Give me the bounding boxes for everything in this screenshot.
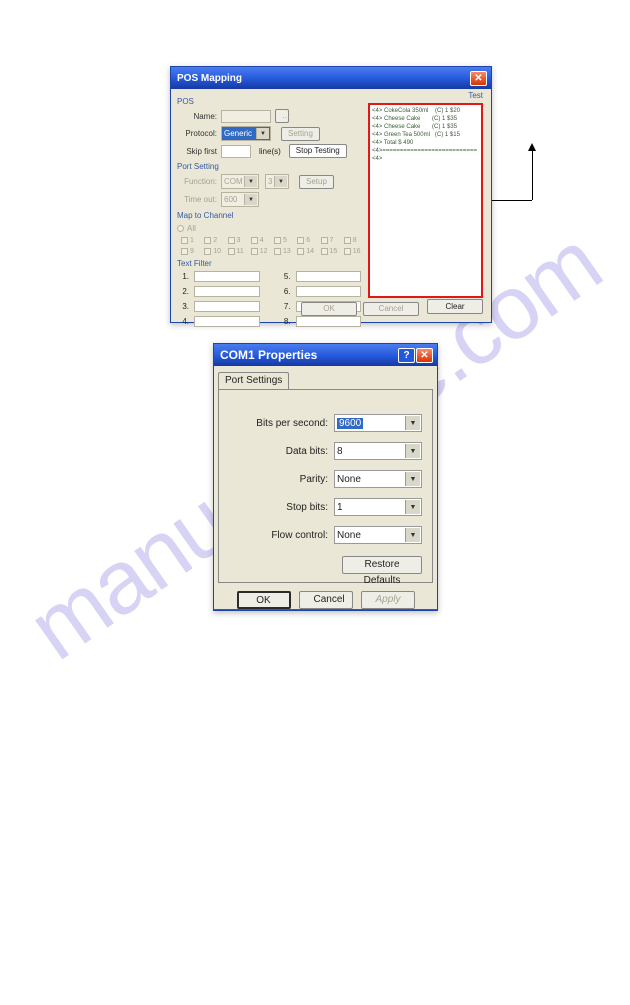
channel-checkbox[interactable]: 14 [297, 248, 314, 255]
channel-checkbox[interactable]: 9 [181, 248, 198, 255]
titlebar-com-properties[interactable]: COM1 Properties ? ✕ [214, 344, 437, 366]
group-port: Port Setting [177, 162, 363, 171]
select-stop-bits[interactable]: 1 [334, 498, 422, 516]
filter-input-2[interactable] [194, 286, 260, 297]
cancel-button[interactable]: Cancel [363, 302, 419, 316]
input-pos-name[interactable] [221, 110, 271, 123]
help-icon[interactable]: ? [398, 348, 415, 363]
select-function[interactable]: COM [221, 174, 259, 189]
radio-row-channel-mode: All [177, 224, 361, 233]
filter-num: 1. [177, 272, 189, 281]
label-flow-control: Flow control: [271, 530, 328, 541]
test-output-panel: <4> CokeCola 350ml (C) 1 $20 <4> Cheese … [368, 103, 483, 298]
filter-input-5[interactable] [296, 271, 362, 282]
group-map-channel: Map to Channel [177, 211, 363, 220]
callout-arrow [492, 200, 532, 201]
label-function: Function: [175, 177, 217, 186]
select-timeout[interactable]: 600 [221, 192, 259, 207]
lookup-button[interactable]: … [275, 109, 289, 123]
channel-checkbox[interactable]: 5 [274, 237, 291, 244]
select-flow-control[interactable]: None [334, 526, 422, 544]
clear-button[interactable]: Clear [427, 299, 483, 314]
label-protocol: Protocol: [175, 129, 217, 138]
channel-checkbox[interactable]: 13 [274, 248, 291, 255]
callout-arrow-head-icon [528, 143, 536, 151]
test-line: <4> Green Tea 500ml (C) 1 $15 [372, 131, 479, 139]
test-line: <4> Cheese Cake (C) 1 $35 [372, 123, 479, 131]
channel-checkbox[interactable]: 10 [204, 248, 221, 255]
tab-panel-port-settings: Bits per second: 9600 Data bits: 8 Parit… [218, 389, 433, 583]
channel-grid: 1 2 3 4 5 6 7 8 9 10 11 12 13 14 15 16 [181, 237, 361, 255]
setting-button[interactable]: Setting [281, 127, 320, 141]
callout-arrow [532, 150, 533, 200]
filter-input-8[interactable] [296, 316, 362, 327]
ok-button[interactable]: OK [237, 591, 291, 609]
channel-checkbox[interactable]: 4 [251, 237, 268, 244]
stop-testing-button[interactable]: Stop Testing [289, 144, 347, 158]
channel-checkbox[interactable]: 8 [344, 237, 361, 244]
label-data-bits: Data bits: [286, 446, 328, 457]
close-icon[interactable]: ✕ [416, 348, 433, 363]
select-protocol[interactable]: Generic [221, 126, 271, 141]
channel-checkbox[interactable]: 15 [321, 248, 338, 255]
cancel-button[interactable]: Cancel [299, 591, 353, 609]
label-bits-per-second: Bits per second: [256, 418, 328, 429]
filter-num: 2. [177, 287, 189, 296]
label-skip: Skip first [175, 147, 217, 156]
setup-button[interactable]: Setup [299, 175, 334, 189]
label-timeout: Time out: [175, 195, 217, 204]
channel-checkbox[interactable]: 7 [321, 237, 338, 244]
window-title: POS Mapping [177, 73, 242, 84]
restore-defaults-button[interactable]: Restore Defaults [342, 556, 422, 574]
filter-num: 4. [177, 317, 189, 326]
filter-num: 7. [279, 302, 291, 311]
window-title: COM1 Properties [220, 348, 317, 362]
titlebar-pos-mapping[interactable]: POS Mapping ✕ [171, 67, 491, 89]
radio-all[interactable]: All [177, 224, 196, 233]
filter-num: 5. [279, 272, 291, 281]
channel-checkbox[interactable]: 3 [228, 237, 245, 244]
close-icon[interactable]: ✕ [470, 71, 487, 86]
channel-checkbox[interactable]: 16 [344, 248, 361, 255]
group-text-filter: Text Filter [177, 259, 363, 268]
select-port-number[interactable]: 3 [265, 174, 289, 189]
label-parity: Parity: [300, 474, 328, 485]
select-parity[interactable]: None [334, 470, 422, 488]
select-data-bits[interactable]: 8 [334, 442, 422, 460]
filter-num: 3. [177, 302, 189, 311]
window-pos-mapping: POS Mapping ✕ Test <4> CokeCola 350ml (C… [170, 66, 492, 323]
tab-port-settings[interactable]: Port Settings [218, 372, 289, 389]
group-pos: POS [177, 97, 363, 106]
channel-checkbox[interactable]: 1 [181, 237, 198, 244]
filter-num: 8. [279, 317, 291, 326]
test-line: <4> Total $ 490 [372, 139, 479, 147]
test-line: <4> CokeCola 350ml (C) 1 $20 [372, 107, 479, 115]
text-filter-grid: 1. 5. 2. 6. 3. 7. 4. 8. [177, 271, 361, 327]
label-stop-bits: Stop bits: [286, 502, 328, 513]
filter-input-6[interactable] [296, 286, 362, 297]
filter-input-1[interactable] [194, 271, 260, 282]
filter-input-3[interactable] [194, 301, 260, 312]
select-bits-per-second[interactable]: 9600 [334, 414, 422, 432]
channel-checkbox[interactable]: 2 [204, 237, 221, 244]
ok-button[interactable]: OK [301, 302, 357, 316]
window-com-properties: COM1 Properties ? ✕ Port Settings Bits p… [213, 343, 438, 611]
input-skip[interactable] [221, 145, 251, 158]
channel-checkbox[interactable]: 11 [228, 248, 245, 255]
label-name: Name: [175, 112, 217, 121]
test-line: <4>=========================== [372, 147, 479, 155]
label-lines: line(s) [259, 147, 281, 156]
filter-num: 6. [279, 287, 291, 296]
test-line: <4> [372, 155, 479, 163]
group-test-label: Test [468, 91, 483, 100]
channel-checkbox[interactable]: 6 [297, 237, 314, 244]
apply-button[interactable]: Apply [361, 591, 415, 609]
tab-strip: Port Settings [214, 370, 437, 389]
channel-checkbox[interactable]: 12 [251, 248, 268, 255]
filter-input-4[interactable] [194, 316, 260, 327]
test-line: <4> Cheese Cake (C) 1 $35 [372, 115, 479, 123]
